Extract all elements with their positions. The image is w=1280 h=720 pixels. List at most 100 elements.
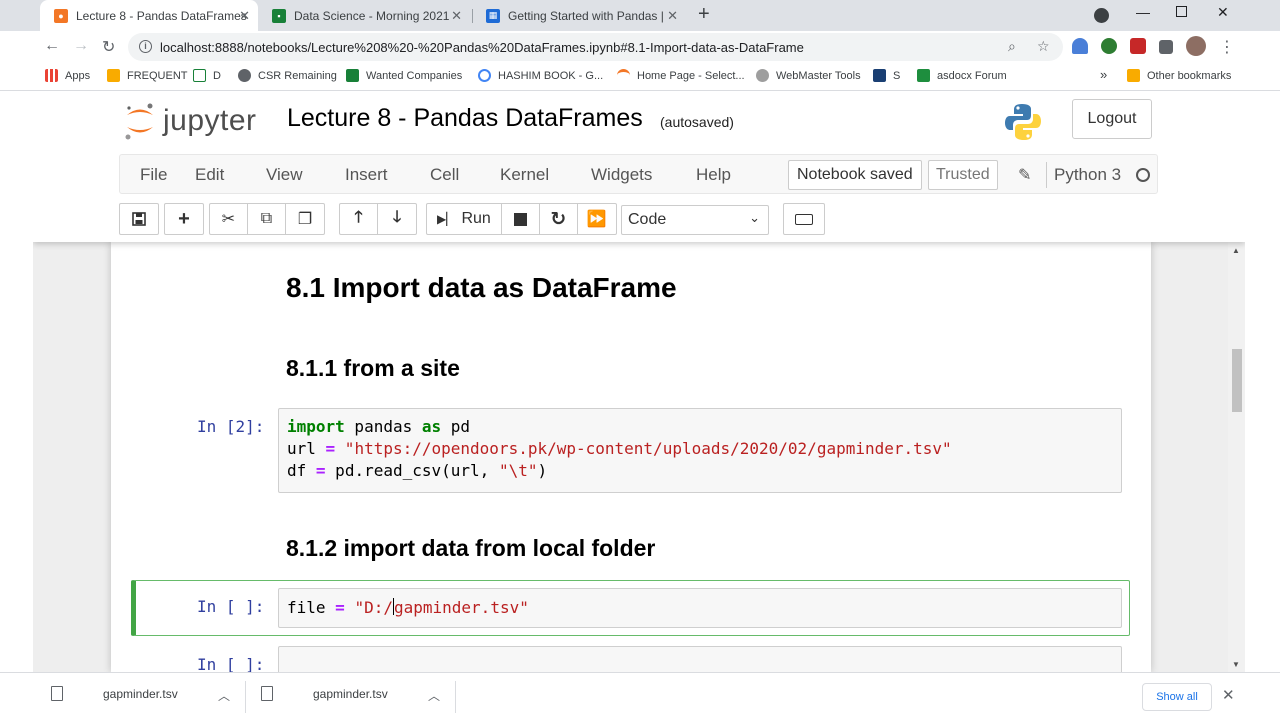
trusted-indicator[interactable]: Trusted bbox=[928, 160, 998, 190]
close-tab-icon[interactable]: ✕ bbox=[667, 8, 678, 24]
scroll-up-arrow-icon[interactable]: ▲ bbox=[1232, 246, 1240, 255]
menu-edit[interactable]: Edit bbox=[195, 165, 224, 185]
cut-button[interactable]: ✂ bbox=[210, 204, 248, 234]
site-info-icon[interactable]: i bbox=[139, 40, 152, 53]
code-cell-input-active[interactable]: file = "D:/gapminder.tsv" bbox=[278, 588, 1122, 628]
code-token: df bbox=[287, 461, 316, 480]
back-arrow-icon[interactable]: ← bbox=[44, 37, 60, 55]
bookmark-asdocx[interactable]: asdocx Forum bbox=[917, 69, 1007, 82]
menu-help[interactable]: Help bbox=[696, 165, 731, 185]
bookmarks-overflow[interactable]: » bbox=[1100, 67, 1107, 82]
bookmark-star-icon[interactable]: ☆ bbox=[1037, 38, 1050, 55]
tab-lecture-8[interactable]: ● Lecture 8 - Pandas DataFrames ✕ bbox=[40, 0, 258, 31]
restart-run-all-button[interactable]: ⏩ bbox=[578, 204, 616, 234]
code-token: pandas bbox=[344, 417, 422, 436]
bookmark-webmaster[interactable]: WebMaster Tools bbox=[756, 69, 861, 82]
kernel-name: Python 3 bbox=[1054, 165, 1122, 184]
restart-icon: ↻ bbox=[550, 208, 567, 230]
command-palette-button[interactable] bbox=[784, 204, 824, 234]
notebook-scrollbar[interactable] bbox=[1228, 242, 1245, 672]
address-bar[interactable]: i localhost:8888/notebooks/Lecture%208%2… bbox=[128, 33, 1063, 61]
save-button[interactable] bbox=[120, 204, 158, 234]
bookmark-s[interactable]: S bbox=[873, 69, 900, 82]
zoom-icon[interactable]: ⌕ bbox=[1008, 38, 1016, 55]
download-options-chevron-icon[interactable]: ︿ bbox=[218, 687, 230, 704]
menu-cell[interactable]: Cell bbox=[430, 165, 459, 185]
markdown-heading-8-1[interactable]: 8.1 Import data as DataFrame bbox=[286, 272, 677, 304]
run-button[interactable]: ▶▏ Run bbox=[427, 204, 502, 234]
restart-button[interactable]: ↻ bbox=[540, 204, 578, 234]
bookmark-d[interactable]: D bbox=[193, 69, 221, 82]
close-window-icon[interactable]: ✕ bbox=[1217, 4, 1229, 21]
code-string: "D:/ bbox=[344, 598, 393, 617]
insert-cell-button[interactable]: + bbox=[165, 204, 203, 234]
bookmark-home[interactable]: Home Page - Select... bbox=[617, 69, 745, 82]
close-shelf-icon[interactable]: ✕ bbox=[1222, 686, 1235, 704]
reload-icon[interactable]: ↻ bbox=[102, 37, 115, 57]
download-shelf: gapminder.tsv ︿ gapminder.tsv ︿ Show all… bbox=[0, 672, 1280, 720]
show-all-downloads-button[interactable]: Show all bbox=[1142, 683, 1212, 711]
forward-arrow-icon[interactable]: → bbox=[73, 37, 89, 55]
interrupt-button[interactable] bbox=[502, 204, 540, 234]
menu-kernel[interactable]: Kernel bbox=[500, 165, 549, 185]
url-text[interactable]: localhost:8888/notebooks/Lecture%208%20-… bbox=[160, 40, 804, 55]
pandas-favicon-icon: ▦ bbox=[486, 8, 500, 23]
paste-button[interactable]: ❐ bbox=[286, 204, 324, 234]
move-down-button[interactable]: 🡓 bbox=[378, 204, 416, 234]
bookmark-apps[interactable]: Apps bbox=[45, 69, 90, 82]
other-bookmarks[interactable]: Other bookmarks bbox=[1127, 69, 1231, 82]
download-options-chevron-icon[interactable]: ︿ bbox=[428, 687, 440, 704]
markdown-heading-8-1-1[interactable]: 8.1.1 from a site bbox=[286, 355, 460, 382]
webmaster-icon bbox=[756, 69, 769, 82]
bookmark-hashim[interactable]: HASHIM BOOK - G... bbox=[478, 69, 603, 82]
scrollbar-thumb[interactable] bbox=[1232, 349, 1242, 412]
new-tab-plus-icon[interactable]: + bbox=[698, 3, 710, 26]
tab-data-science[interactable]: ▪ Data Science - Morning 2021 ✕ bbox=[258, 0, 470, 31]
jupyter-page: 8.1 Import data as DataFrame 8.1.1 from … bbox=[33, 92, 1245, 672]
extensions-puzzle-icon[interactable] bbox=[1159, 40, 1173, 54]
scissors-icon: ✂ bbox=[221, 211, 236, 228]
download-item[interactable]: gapminder.tsv bbox=[51, 686, 178, 701]
code-cell-input[interactable]: import pandas as pd url = "https://opend… bbox=[278, 408, 1122, 493]
tab-getting-started[interactable]: ▦ Getting Started with Pandas | Imp ✕ bbox=[472, 0, 686, 31]
cell-type-value: Code bbox=[628, 211, 667, 228]
markdown-heading-8-1-2[interactable]: 8.1.2 import data from local folder bbox=[286, 535, 655, 562]
bookmark-wanted[interactable]: Wanted Companies bbox=[346, 69, 462, 82]
move-up-button[interactable]: 🡑 bbox=[340, 204, 378, 234]
minimize-icon[interactable]: — bbox=[1136, 4, 1150, 20]
code-token: file bbox=[287, 598, 336, 617]
keyboard-icon bbox=[795, 213, 813, 225]
menu-file[interactable]: File bbox=[140, 165, 167, 185]
autosave-status: (autosaved) bbox=[660, 114, 734, 130]
cell-prompt: In [ ]: bbox=[197, 655, 265, 672]
menu-insert[interactable]: Insert bbox=[345, 165, 388, 185]
notebook-title[interactable]: Lecture 8 - Pandas DataFrames bbox=[287, 104, 643, 133]
bookmark-csr[interactable]: CSR Remaining bbox=[238, 69, 337, 82]
folder-icon bbox=[107, 69, 120, 82]
menu-widgets[interactable]: Widgets bbox=[591, 165, 652, 185]
jupyter-logo[interactable]: jupyter bbox=[123, 101, 257, 141]
menu-view[interactable]: View bbox=[266, 165, 303, 185]
restore-icon[interactable] bbox=[1176, 6, 1187, 17]
extension-video-icon[interactable] bbox=[1130, 38, 1146, 54]
code-token: ) bbox=[537, 461, 548, 480]
code-cell-input-empty[interactable] bbox=[278, 646, 1122, 672]
sheets-icon bbox=[346, 69, 359, 82]
logout-button[interactable]: Logout bbox=[1072, 99, 1152, 139]
copy-button[interactable]: ⧉ bbox=[248, 204, 286, 234]
extension-globe-icon[interactable] bbox=[1101, 38, 1117, 54]
tab-search-icon[interactable] bbox=[1094, 8, 1109, 23]
close-tab-icon[interactable]: ✕ bbox=[451, 8, 462, 24]
chrome-menu-icon[interactable]: ⋮ bbox=[1219, 37, 1235, 57]
download-item[interactable]: gapminder.tsv bbox=[261, 686, 388, 701]
profile-avatar[interactable] bbox=[1186, 36, 1206, 56]
cell-type-select[interactable]: Code ⌄ bbox=[621, 205, 769, 235]
extension-cap-icon[interactable] bbox=[1072, 38, 1088, 54]
close-tab-icon[interactable]: ✕ bbox=[239, 8, 250, 24]
browser-tab-strip: ● Lecture 8 - Pandas DataFrames ✕ ▪ Data… bbox=[0, 0, 1280, 31]
run-button-group: ▶▏ Run ↻ ⏩ bbox=[426, 203, 617, 235]
bookmark-frequent[interactable]: FREQUENT bbox=[107, 69, 188, 82]
download-filename: gapminder.tsv bbox=[103, 686, 178, 701]
scroll-down-arrow-icon[interactable]: ▼ bbox=[1232, 660, 1240, 669]
cell-prompt: In [2]: bbox=[197, 417, 265, 436]
